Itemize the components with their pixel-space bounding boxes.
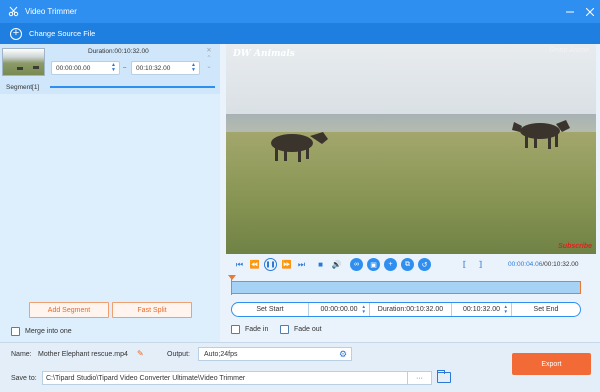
move-down-icon[interactable]: ⌄ [205,63,213,71]
end-time-value: 00:10:32.00 [463,306,500,313]
skip-start-icon[interactable]: ⏮ [233,258,246,271]
total-time: /00:10:32.00 [542,261,579,268]
video-frame [271,120,570,162]
set-start-button[interactable]: Set Start [232,303,308,316]
fade-out-option[interactable]: Fade out [280,325,322,334]
stepper-icon[interactable]: ▲ ▼ [111,63,116,73]
reset-icon[interactable]: ↺ [418,258,431,271]
trim-right-icon[interactable]: ⟧ [474,258,487,271]
fade-in-checkbox[interactable] [231,325,240,334]
add-icon[interactable]: + [384,258,397,271]
delete-segment-icon[interactable]: ✕ [205,47,213,55]
move-up-icon[interactable]: ⌃ [205,55,213,63]
skip-end-icon[interactable]: ⏭ [295,258,308,271]
segment-item[interactable]: Segment[1] Duration:00:10:32.00 00:00:00… [0,44,220,94]
current-time: 00:00:04.06 [508,261,543,268]
watermark-right: Reine Anime [549,47,589,54]
gear-icon[interactable]: ⚙ [338,349,348,359]
save-path-field[interactable]: C:\Tipard Studio\Tipard Video Converter … [42,371,432,385]
plus-icon: + [10,27,22,40]
output-value: Auto;24fps [204,350,238,358]
title-bar: Video Trimmer [0,0,600,23]
close-button[interactable] [580,0,600,23]
start-time-value: 00:00:00.00 [320,306,358,313]
fade-in-label: Fade in [245,326,269,333]
subscribe-overlay: Subscribe [558,243,592,250]
stepper-icon[interactable]: ▲ ▼ [362,304,366,314]
pause-icon[interactable]: ❚❚ [264,258,277,271]
preview-panel: DW Animals Reine Anime Subscribe ⏮ ⏪ ❚❚ … [220,44,600,342]
merge-label: Merge into one [25,328,72,335]
change-source-button[interactable]: + Change Source File [10,27,96,40]
end-time-field[interactable]: 00:10:32.00 ▲ ▼ [451,303,511,316]
trim-left-icon[interactable]: ⟦ [458,258,471,271]
footer: Name: Mother Elephant rescue.mp4 ✎ Outpu… [0,342,600,392]
segment-duration: Duration:00:10:32.00 [88,48,149,55]
browse-more-button[interactable]: ··· [407,372,431,384]
change-source-label: Change Source File [29,29,96,38]
playback-controls: ⏮ ⏪ ❚❚ ⏩ ⏭ ■ 🔊 ∞ ▣ + ⧉ ↺ ⟦ ⟧ 00:00:04.06… [226,258,596,272]
edit-icon[interactable]: ✎ [137,349,147,359]
minimize-button[interactable] [560,0,580,23]
duration-field: Duration:00:10:32.00 [369,303,451,316]
loop-icon[interactable]: ∞ [350,258,363,271]
playhead-marker[interactable] [228,275,236,295]
segment-panel: Segment[1] Duration:00:10:32.00 00:00:00… [0,44,220,342]
stop-icon[interactable]: ■ [314,258,327,271]
segment-end-field[interactable]: 00:10:32.00 ▲ ▼ [131,61,200,75]
copy-icon[interactable]: ⧉ [401,258,414,271]
window-title: Video Trimmer [25,7,77,16]
merge-option[interactable]: Merge into one [11,327,72,336]
screenshot-icon[interactable]: ▣ [367,258,380,271]
toolbar: + Change Source File [0,23,600,44]
export-button[interactable]: Export [512,353,591,375]
segment-progress-track [50,86,215,88]
save-path-value: C:\Tipard Studio\Tipard Video Converter … [46,374,246,382]
fade-out-label: Fade out [294,326,322,333]
rewind-icon[interactable]: ⏪ [248,258,261,271]
folder-icon[interactable] [437,370,451,383]
segment-end-value: 00:10:32.00 [136,64,171,72]
output-label: Output: [167,351,190,358]
stepper-icon[interactable]: ▲ ▼ [504,304,508,314]
start-time-field[interactable]: 00:00:00.00 ▲ ▼ [308,303,369,316]
segment-thumbnail [2,48,45,76]
set-end-button[interactable]: Set End [511,303,580,316]
timecode: 00:00:04.06/00:10:32.00 [508,261,579,268]
watermark-left: DW Animals [233,49,295,59]
video-preview[interactable]: DW Animals Reine Anime Subscribe [226,44,596,254]
fade-in-option[interactable]: Fade in [231,325,268,334]
segment-label: Segment[1] [6,84,40,91]
set-range-bar: Set Start 00:00:00.00 ▲ ▼ Duration:00:10:… [231,302,581,317]
scissors-icon [7,6,19,18]
trim-timeline[interactable] [228,275,581,295]
segment-actions: ✕ ⌃ ⌄ [205,47,213,71]
range-dash: – [123,65,127,71]
output-field[interactable]: Auto;24fps ⚙ [198,347,352,361]
fast-split-button[interactable]: Fast Split [112,302,192,318]
name-label: Name: [11,351,32,358]
volume-icon[interactable]: 🔊 [330,258,343,271]
merge-checkbox[interactable] [11,327,20,336]
fade-out-checkbox[interactable] [280,325,289,334]
add-segment-button[interactable]: Add Segment [29,302,109,318]
stepper-icon[interactable]: ▲ ▼ [191,63,196,73]
fast-forward-icon[interactable]: ⏩ [280,258,293,271]
segment-start-field[interactable]: 00:00:00.00 ▲ ▼ [51,61,120,75]
segment-start-value: 00:00:00.00 [56,64,91,72]
save-to-label: Save to: [11,375,37,382]
name-value: Mother Elephant rescue.mp4 [38,351,128,358]
